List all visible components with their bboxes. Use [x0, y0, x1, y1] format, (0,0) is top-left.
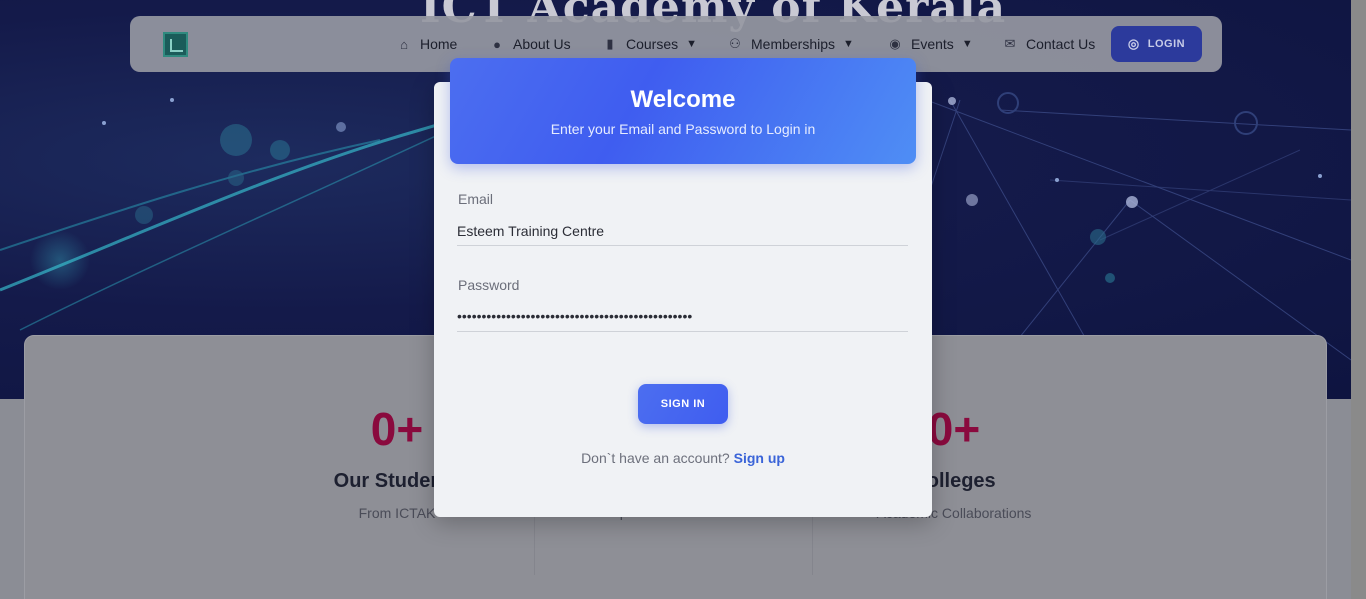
login-button[interactable]: ◎ LOGIN: [1111, 26, 1202, 62]
email-label: Email: [458, 191, 494, 207]
signup-prompt-text: Don`t have an account?: [581, 450, 730, 466]
nav-label: Memberships: [751, 36, 836, 52]
password-label: Password: [458, 277, 520, 293]
home-icon: ⌂: [400, 36, 408, 52]
fingerprint-icon: ◎: [1127, 36, 1140, 51]
mail-icon: ✉: [1004, 36, 1016, 51]
nav-label: Home: [420, 36, 458, 52]
signup-prompt: Don`t have an account? Sign up: [434, 450, 932, 466]
scrollbar-thumb[interactable]: [1354, 0, 1363, 599]
sign-in-button[interactable]: SIGN IN: [638, 384, 728, 424]
info-icon: ●: [493, 36, 501, 52]
nav-label: Contact Us: [1026, 36, 1096, 52]
nav-label: Events: [911, 36, 954, 52]
signup-link[interactable]: Sign up: [734, 450, 785, 466]
nav-label: About Us: [513, 36, 571, 52]
modal-subtitle: Enter your Email and Password to Login i…: [550, 121, 816, 137]
login-label: LOGIN: [1147, 38, 1186, 50]
chevron-down-icon: ▼: [686, 38, 698, 50]
nav-home[interactable]: ⌂ Home: [396, 36, 457, 52]
nav-memberships[interactable]: ⚇ Memberships ▼: [727, 36, 854, 52]
nav-label: Courses: [626, 36, 679, 52]
nav-courses[interactable]: ▮ Courses ▼: [602, 36, 697, 52]
group-icon: ⚇: [729, 36, 741, 51]
ictak-logo[interactable]: [163, 32, 188, 57]
chevron-down-icon: ▼: [843, 38, 854, 50]
scrollbar[interactable]: [1351, 0, 1366, 599]
email-field[interactable]: [457, 216, 908, 246]
book-icon: ▮: [606, 36, 614, 51]
nav-about[interactable]: ● About Us: [489, 36, 571, 52]
password-field[interactable]: ••••••••••••••••••••••••••••••••••••••••…: [457, 302, 908, 332]
login-modal-header: Welcome Enter your Email and Password to…: [450, 58, 916, 164]
nav-contact[interactable]: ✉ Contact Us: [1002, 36, 1096, 52]
nav-events[interactable]: ◉ Events ▼: [887, 36, 973, 52]
modal-title: Welcome: [630, 86, 736, 113]
event-icon: ◉: [889, 36, 901, 51]
chevron-down-icon: ▼: [961, 38, 973, 50]
